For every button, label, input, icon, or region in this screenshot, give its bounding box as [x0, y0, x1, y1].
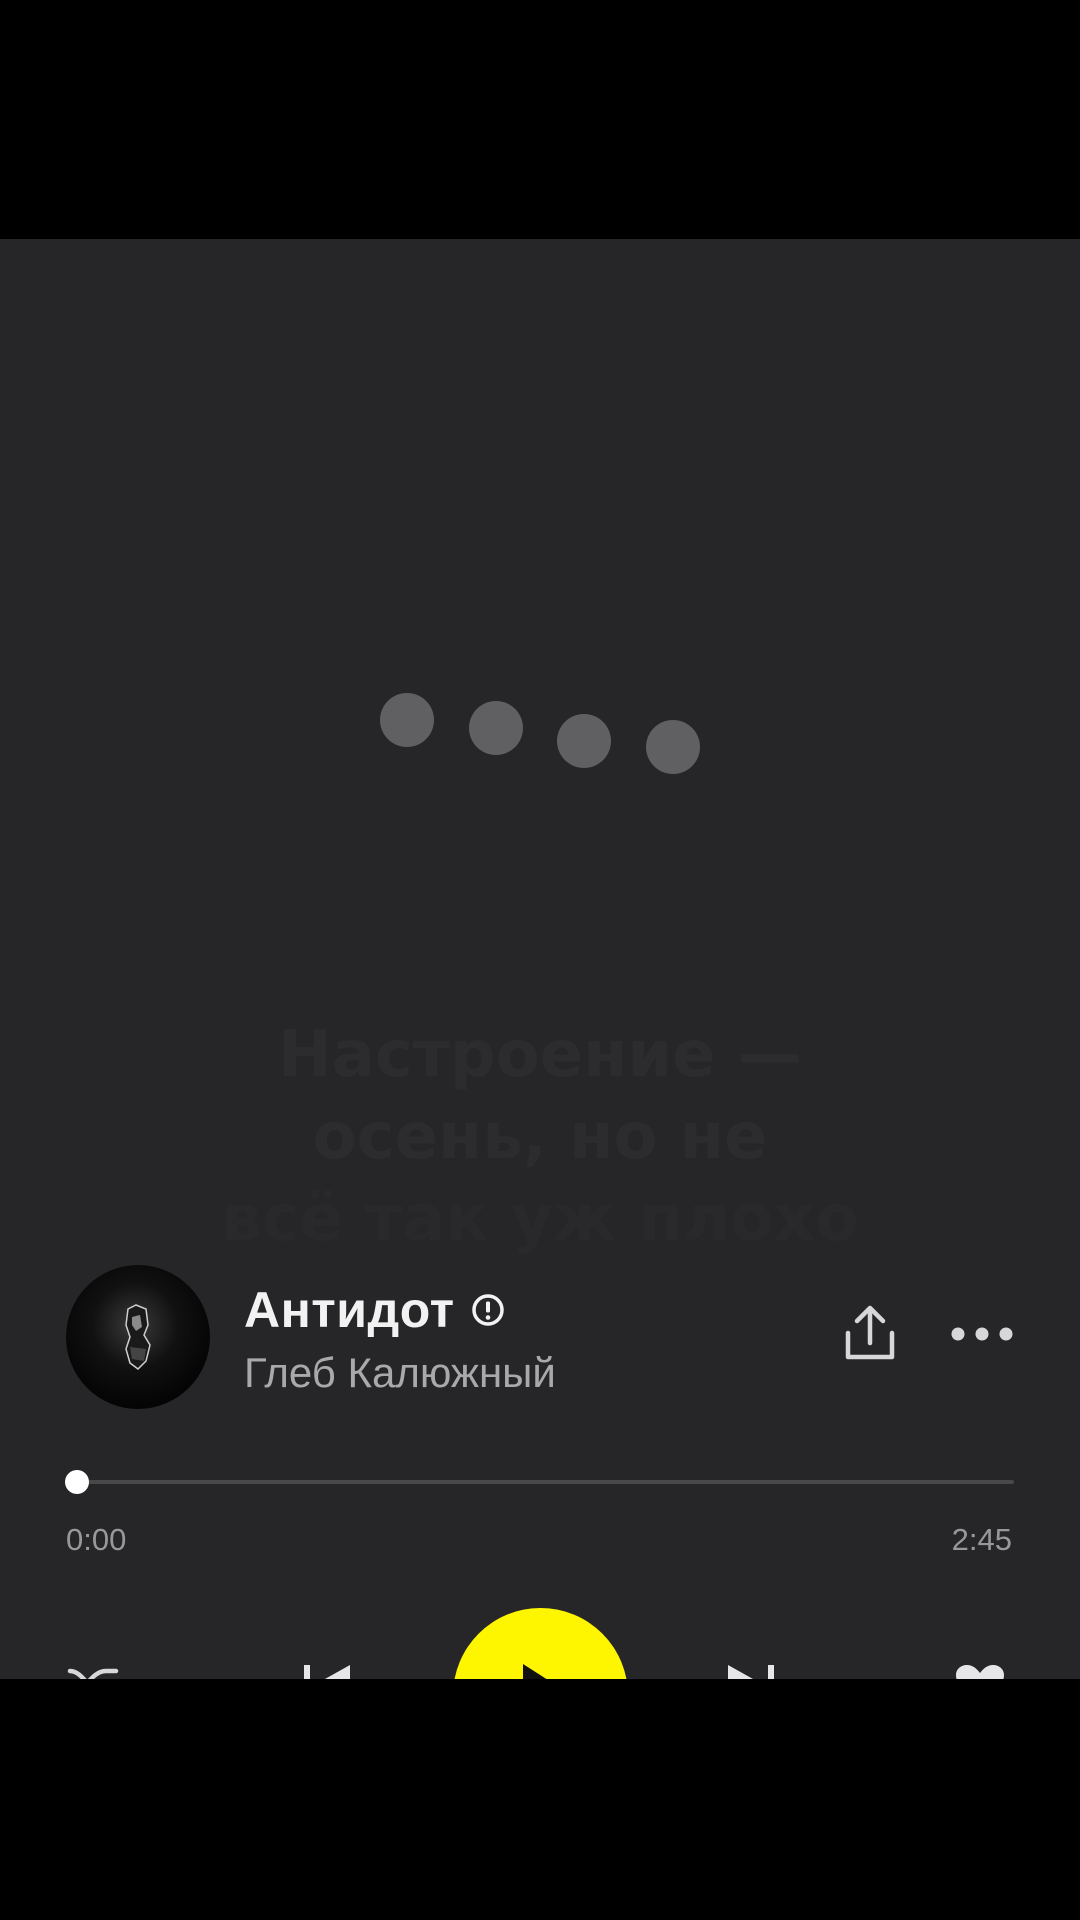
- more-dots-icon[interactable]: [950, 1324, 1014, 1344]
- previous-track-icon[interactable]: [300, 1663, 356, 1679]
- shuffle-icon[interactable]: [66, 1663, 122, 1679]
- lyrics-line: всё так уж плохо: [220, 1182, 860, 1256]
- track-title[interactable]: Антидот: [244, 1281, 455, 1339]
- lyrics-line: осень, но не: [312, 1100, 768, 1174]
- heart-icon[interactable]: [952, 1663, 1008, 1679]
- track-artist[interactable]: Глеб Калюжный: [244, 1349, 556, 1397]
- lyrics-line: Настроение —: [278, 1018, 802, 1092]
- loading-dot: [380, 693, 434, 747]
- loading-dot: [646, 720, 700, 774]
- album-cover[interactable]: [66, 1265, 210, 1409]
- total-time: 2:45: [951, 1522, 1012, 1557]
- play-button[interactable]: [453, 1608, 628, 1679]
- track-title-row: Антидот: [244, 1281, 505, 1339]
- current-time: 0:00: [66, 1522, 127, 1557]
- lyrics-text: Настроение — осень, но не всё так уж пло…: [0, 1014, 1080, 1260]
- next-track-icon[interactable]: [722, 1663, 778, 1679]
- player-screen: Настроение — осень, но не всё так уж пло…: [0, 239, 1080, 1679]
- loading-dot: [557, 714, 611, 768]
- progress-bar[interactable]: [66, 1480, 1014, 1484]
- play-icon: [523, 1664, 573, 1679]
- progress-knob[interactable]: [65, 1470, 89, 1494]
- cover-art-figure: [125, 1304, 151, 1370]
- share-icon[interactable]: [840, 1303, 900, 1365]
- loading-dot: [469, 701, 523, 755]
- explicit-icon: [471, 1294, 504, 1326]
